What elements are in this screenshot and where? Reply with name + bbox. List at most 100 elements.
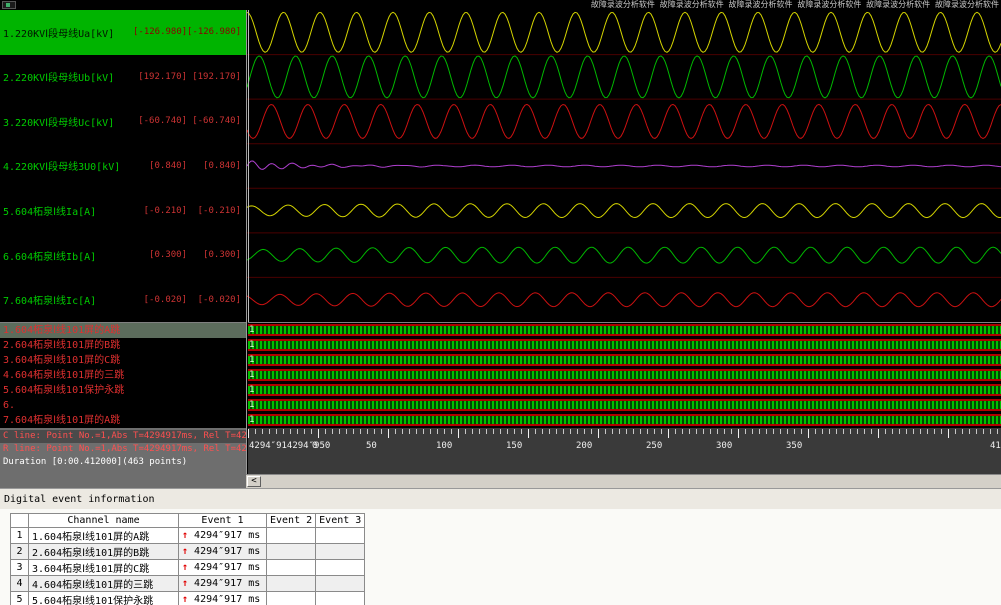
time-axis-label: 0 — [312, 441, 317, 451]
digital-channel-list: 1.604柘泉Ⅰ线101屏的A跳2.604柘泉Ⅰ线101屏的B跳3.604柘泉Ⅰ… — [0, 322, 246, 428]
event-3-cell — [316, 528, 365, 544]
analog-channel-value-ref: [-126.980] — [187, 27, 241, 37]
waveform-trace-ch3 — [247, 104, 1001, 138]
title-marquee-text: 故障录波分析软件 故障录波分析软件 故障录波分析软件 故障录波分析软件 故障录波… — [414, 0, 999, 10]
event-table: Channel nameEvent 1Event 2Event 3 11.604… — [10, 513, 365, 605]
waveform-trace-ch5 — [247, 204, 1001, 218]
digital-state-bar — [248, 369, 1001, 381]
event-table-header-4: Event 3 — [316, 514, 365, 528]
event-3-cell — [316, 576, 365, 592]
fault-wave-analyzer-window: 故障录波分析软件 故障录波分析软件 故障录波分析软件 故障录波分析软件 故障录波… — [0, 0, 1001, 605]
app-icon — [2, 1, 16, 9]
digital-trace-row-3: 1 — [248, 353, 1001, 368]
event-row-2[interactable]: 22.604柘泉Ⅰ线101屏的B跳↑ 4294″917 ms — [11, 544, 365, 560]
event-row-3[interactable]: 33.604柘泉Ⅰ线101屏的C跳↑ 4294″917 ms — [11, 560, 365, 576]
digital-channel-row-4[interactable]: 4.604柘泉Ⅰ线101屏的三跳 — [0, 368, 246, 383]
time-axis-label: 50 — [366, 441, 377, 451]
analog-waveform-area[interactable] — [247, 10, 1001, 322]
digital-state-value: 1 — [249, 399, 254, 411]
digital-state-value: 1 — [249, 384, 254, 396]
waveform-trace-ch6 — [247, 247, 1001, 263]
analog-channel-value-cursor: [0.840] — [133, 161, 187, 171]
scroll-left-button[interactable]: < — [247, 476, 261, 487]
time-axis-label: 300 — [716, 441, 732, 451]
digital-event-panel: Digital event information Channel nameEv… — [0, 488, 1001, 605]
analog-channel-label: 5.604柘泉Ⅰ线Ia[A] — [3, 203, 133, 218]
event-1-time: 4294″917 ms — [188, 578, 260, 589]
digital-channel-row-2[interactable]: 2.604柘泉Ⅰ线101屏的B跳 — [0, 338, 246, 353]
analog-channel-value-ref: [192.170] — [187, 72, 241, 82]
digital-state-bar — [248, 354, 1001, 366]
digital-state-value: 1 — [249, 339, 254, 351]
event-table-header-3: Event 2 — [267, 514, 316, 528]
analog-channel-value-ref: [0.840] — [187, 161, 241, 171]
digital-channel-row-1[interactable]: 1.604柘泉Ⅰ线101屏的A跳 — [0, 323, 246, 338]
time-axis-label: 200 — [576, 441, 592, 451]
analog-channel-row-5[interactable]: 5.604柘泉Ⅰ线Ia[A][-0.210][-0.210] — [0, 188, 246, 233]
channel-list-panel: 1.220KVⅠ段母线Ua[kV][-126.980][-126.980]2.2… — [0, 10, 246, 488]
event-1-time: 4294″917 ms — [188, 562, 260, 573]
event-table-header-1: Channel name — [29, 514, 179, 528]
event-channel-name: 4.604柘泉Ⅰ线101屏的三跳 — [29, 576, 179, 592]
digital-state-bar — [248, 399, 1001, 411]
event-row-5[interactable]: 55.604柘泉Ⅰ线101保护永跳↑ 4294″917 ms — [11, 592, 365, 605]
event-channel-name: 2.604柘泉Ⅰ线101屏的B跳 — [29, 544, 179, 560]
event-channel-name: 3.604柘泉Ⅰ线101屏的C跳 — [29, 560, 179, 576]
digital-state-value: 1 — [249, 324, 254, 336]
event-channel-name: 1.604柘泉Ⅰ线101屏的A跳 — [29, 528, 179, 544]
major-ticks — [248, 429, 1001, 438]
analog-channel-label: 3.220KVⅠ段母线Uc[kV] — [3, 114, 133, 129]
event-row-number: 4 — [11, 576, 29, 592]
analog-channel-value-cursor: [-60.740] — [133, 116, 187, 126]
digital-trace-row-5: 1 — [248, 383, 1001, 398]
event-table-header-num — [11, 514, 29, 528]
digital-channel-row-7[interactable]: 7.604柘泉Ⅰ线101屏的A跳 — [0, 413, 246, 428]
waveform-trace-ch7 — [247, 293, 1001, 307]
analog-channel-row-4[interactable]: 4.220KVⅠ段母线3U0[kV][0.840][0.840] — [0, 144, 246, 189]
digital-trace-row-6: 1 — [248, 398, 1001, 413]
event-1-time: 4294″917 ms — [188, 594, 260, 605]
waveform-trace-ch2 — [247, 56, 1001, 98]
digital-channel-row-5[interactable]: 5.604柘泉Ⅰ线101保护永跳 — [0, 383, 246, 398]
event-row-4[interactable]: 44.604柘泉Ⅰ线101屏的三跳↑ 4294″917 ms — [11, 576, 365, 592]
event-table-header-row: Channel nameEvent 1Event 2Event 3 — [11, 514, 365, 528]
digital-state-value: 1 — [249, 354, 254, 366]
event-row-1[interactable]: 11.604柘泉Ⅰ线101屏的A跳↑ 4294″917 ms — [11, 528, 365, 544]
waveform-trace-ch1 — [247, 12, 1001, 52]
c-line-status: C line: Point No.=1,Abs T=4294917ms, Rel… — [0, 430, 246, 443]
analog-channel-row-6[interactable]: 6.604柘泉Ⅰ线Ib[A][0.300][0.300] — [0, 233, 246, 278]
digital-trace-row-2: 1 — [248, 338, 1001, 353]
digital-channel-row-6[interactable]: 6. — [0, 398, 246, 413]
analog-channel-label: 7.604柘泉Ⅰ线Ic[A] — [3, 292, 133, 307]
analog-channel-value-cursor: [0.300] — [133, 250, 187, 260]
analog-channel-value-cursor: [-0.020] — [133, 295, 187, 305]
analog-channel-row-1[interactable]: 1.220KVⅠ段母线Ua[kV][-126.980][-126.980] — [0, 10, 246, 55]
event-table-area: Channel nameEvent 1Event 2Event 3 11.604… — [0, 509, 1001, 605]
digital-state-value: 1 — [249, 414, 254, 426]
waveform-trace-ch4 — [247, 161, 1001, 169]
digital-waveform-area[interactable]: 1 1 1 1 1 1 1 — [248, 322, 1001, 428]
analog-channel-row-7[interactable]: 7.604柘泉Ⅰ线Ic[A][-0.020][-0.020] — [0, 277, 246, 322]
event-row-number: 2 — [11, 544, 29, 560]
digital-channel-row-3[interactable]: 3.604柘泉Ⅰ线101屏的C跳 — [0, 353, 246, 368]
horizontal-scrollbar[interactable]: < — [246, 474, 1001, 488]
analog-channel-row-3[interactable]: 3.220KVⅠ段母线Uc[kV][-60.740][-60.740] — [0, 99, 246, 144]
analog-channel-row-2[interactable]: 2.220KVⅠ段母线Ub[kV][192.170][192.170] — [0, 55, 246, 100]
event-table-body: 11.604柘泉Ⅰ线101屏的A跳↑ 4294″917 ms22.604柘泉Ⅰ线… — [11, 528, 365, 605]
analog-channel-value-ref: [-60.740] — [187, 116, 241, 126]
digital-trace-row-4: 1 — [248, 368, 1001, 383]
time-axis-label: 100 — [436, 441, 452, 451]
event-row-number: 5 — [11, 592, 29, 605]
event-2-cell — [267, 576, 316, 592]
digital-state-value: 1 — [249, 369, 254, 381]
digital-state-bar — [248, 339, 1001, 351]
analog-channel-label: 4.220KVⅠ段母线3U0[kV] — [3, 158, 133, 173]
event-1-cell: ↑ 4294″917 ms — [179, 592, 267, 605]
event-3-cell — [316, 560, 365, 576]
analog-channel-value-cursor: [-0.210] — [133, 206, 187, 216]
duration-status: Duration [0:00.412000](463 points) — [0, 456, 246, 469]
titlebar: 故障录波分析软件 故障录波分析软件 故障录波分析软件 故障录波分析软件 故障录波… — [0, 0, 1001, 10]
analog-channel-label: 1.220KVⅠ段母线Ua[kV] — [3, 25, 133, 40]
event-row-number: 1 — [11, 528, 29, 544]
r-line-status: R line: Point No.=1,Abs T=4294917ms, Rel… — [0, 443, 246, 456]
